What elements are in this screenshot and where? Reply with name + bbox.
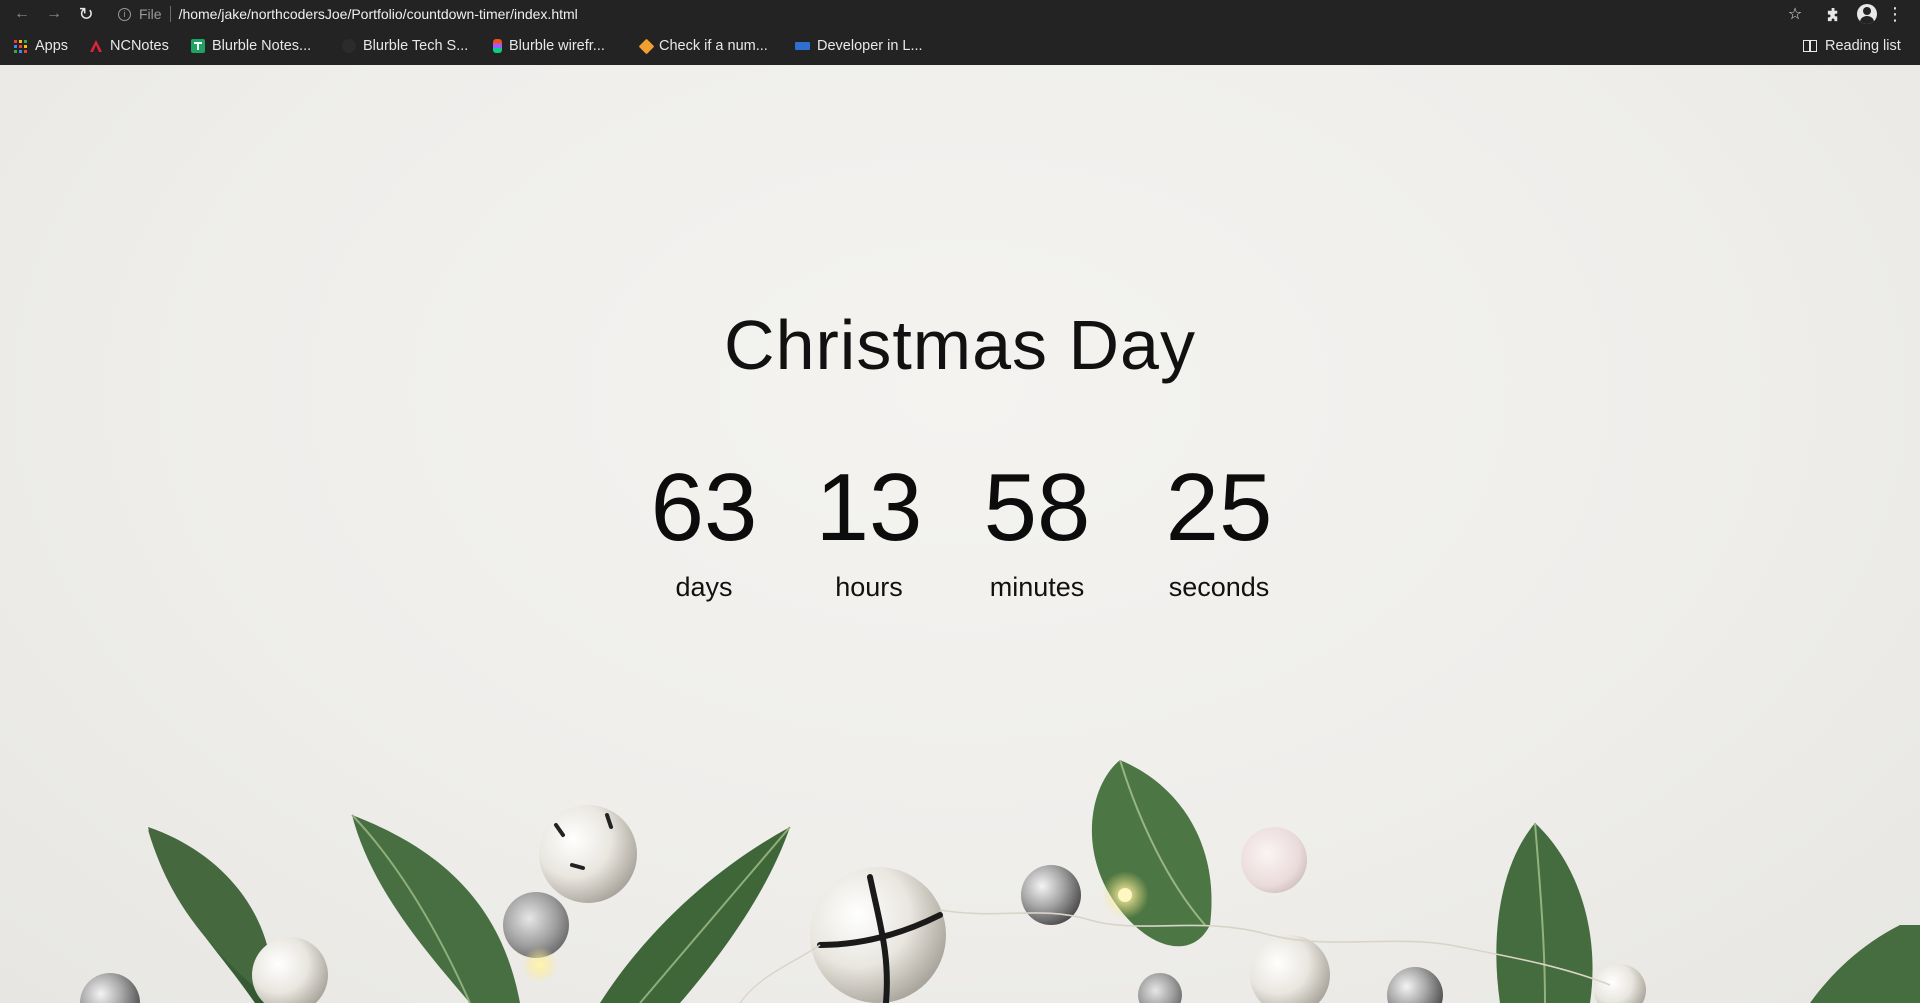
bookmark-label: Blurble wirefr...	[509, 38, 605, 54]
reading-list-button[interactable]: Reading list	[1803, 34, 1901, 58]
countdown-minutes: 58 minutes	[947, 460, 1127, 601]
profile-avatar-icon[interactable]	[1856, 3, 1878, 25]
url-scheme: File	[139, 6, 162, 22]
bookmark-blurble-wireframe[interactable]: Blurble wirefr...	[493, 34, 605, 58]
browser-chrome: ← → ↻ i File /home/jake/northcodersJoe/P…	[0, 0, 1920, 65]
sheets-icon	[191, 39, 205, 53]
github-icon	[342, 39, 356, 53]
countdown-hours: 13 hours	[779, 460, 959, 601]
bookmark-check-number[interactable]: Check if a num...	[638, 34, 768, 58]
days-value: 63	[650, 454, 758, 561]
bookmark-label: Blurble Tech S...	[363, 38, 469, 54]
page-viewport: Christmas Day 63 days 13 hours 58 minute…	[0, 65, 1920, 1003]
back-arrow-icon[interactable]: ←	[11, 3, 33, 25]
bookmark-developer[interactable]: Developer in L...	[795, 34, 923, 58]
bookmark-label: Blurble Notes...	[212, 38, 312, 54]
apps-grid-icon	[14, 39, 27, 53]
minutes-label: minutes	[989, 572, 1085, 602]
address-bar[interactable]: i File /home/jake/northcodersJoe/Portfol…	[118, 3, 578, 25]
bookmark-label: Check if a num...	[659, 38, 768, 54]
bookmark-blurble-tech[interactable]: Blurble Tech S...	[342, 34, 468, 58]
hours-label: hours	[835, 572, 903, 602]
bookmark-star-icon[interactable]: ☆	[1784, 3, 1806, 25]
forward-arrow-icon[interactable]: →	[43, 3, 65, 25]
diamond-icon	[638, 38, 655, 54]
site-info-icon[interactable]: i	[118, 7, 131, 21]
reading-list-label: Reading list	[1825, 38, 1901, 54]
bookmark-label: Developer in L...	[817, 38, 923, 54]
page-title: Christmas Day	[724, 306, 1196, 384]
hours-value: 13	[815, 454, 923, 561]
url-divider	[169, 6, 171, 22]
extensions-puzzle-icon[interactable]	[1822, 3, 1844, 25]
countdown-timer: 63 days 13 hours 58 minutes 25 seconds	[0, 460, 1920, 610]
reading-list-icon	[1803, 40, 1817, 52]
countdown-seconds: 25 seconds	[1129, 460, 1309, 601]
nhs-icon	[795, 42, 810, 50]
bookmark-label: NCNotes	[110, 38, 169, 54]
reload-icon[interactable]: ↻	[75, 3, 97, 25]
bookmark-ncnotes[interactable]: NCNotes	[89, 34, 169, 58]
nc-logo-icon	[90, 40, 102, 52]
url-text[interactable]: /home/jake/northcodersJoe/Portfolio/coun…	[179, 6, 578, 22]
seconds-value: 25	[1165, 454, 1273, 561]
browser-toolbar: ← → ↻ i File /home/jake/northcodersJoe/P…	[0, 0, 1920, 27]
bookmark-apps[interactable]: Apps	[14, 34, 68, 58]
seconds-label: seconds	[1168, 572, 1270, 602]
bookmarks-bar: Apps NCNotes Blurble Notes... Blurble Te…	[0, 34, 1920, 58]
figma-icon	[493, 39, 502, 53]
bookmark-blurble-notes[interactable]: Blurble Notes...	[191, 34, 311, 58]
bookmark-label: Apps	[35, 38, 69, 54]
minutes-value: 58	[983, 454, 1091, 561]
countdown-days: 63 days	[614, 460, 794, 601]
menu-dots-icon[interactable]: ⋮	[1884, 3, 1906, 25]
days-label: days	[675, 572, 733, 602]
